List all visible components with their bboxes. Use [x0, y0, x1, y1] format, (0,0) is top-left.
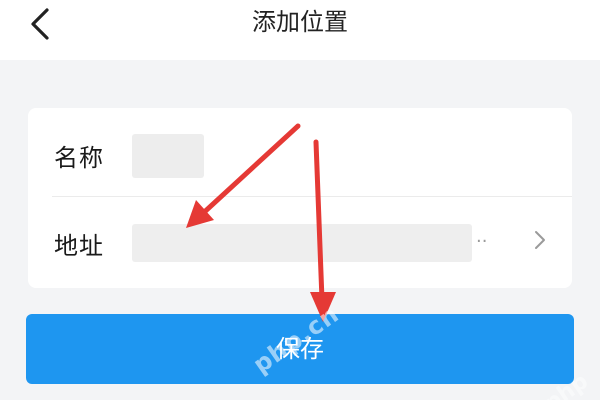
address-row[interactable]: 地址 .. [28, 198, 572, 286]
header-bar: 添加位置 [0, 0, 600, 60]
name-row: 名称 [28, 108, 572, 197]
address-ellipsis: .. [476, 226, 488, 247]
row-divider [52, 196, 572, 197]
address-label: 地址 [54, 232, 104, 260]
name-input[interactable] [132, 134, 204, 178]
page-title: 添加位置 [252, 8, 348, 36]
chevron-right-icon [535, 231, 545, 249]
add-location-screen: 添加位置 名称 地址 .. 保存 php.cn php [0, 0, 600, 400]
name-label: 名称 [54, 144, 104, 172]
address-input[interactable] [132, 224, 472, 262]
location-form-card: 名称 地址 .. [28, 108, 572, 288]
